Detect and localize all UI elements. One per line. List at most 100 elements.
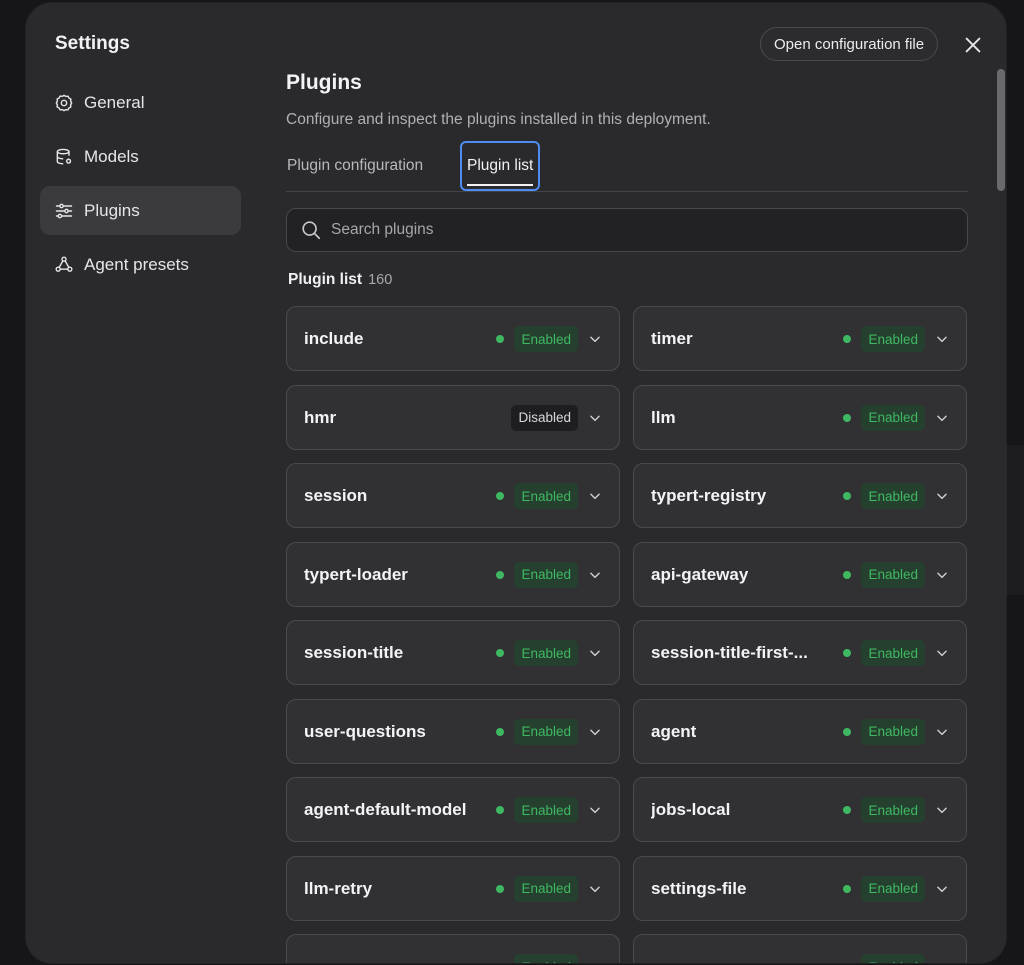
status-badge: Enabled — [514, 797, 578, 823]
chevron-down-icon[interactable] — [588, 411, 602, 425]
plugin-card[interactable]: settings-file Enabled — [633, 855, 967, 921]
plugin-name: agent-default-model — [304, 800, 467, 819]
settings-sidebar: General Models Plugins Agent presets — [40, 78, 241, 294]
settings-dialog: Settings General Models Plugins Agent pr… — [26, 3, 1006, 963]
plugin-card[interactable]: user-questions Enabled — [286, 698, 620, 764]
status-dot — [496, 492, 504, 500]
list-title: Plugin list — [288, 271, 363, 288]
backdrop — [1006, 445, 1024, 595]
plugin-card[interactable]: llm-retry Enabled — [286, 855, 620, 921]
status-dot — [496, 727, 504, 736]
dialog-title: Settings — [55, 33, 130, 54]
plugin-name: settings-file — [651, 878, 747, 898]
plugin-name: session-title — [304, 643, 404, 662]
chevron-down-icon[interactable] — [935, 568, 949, 582]
list-count: 160 — [368, 272, 393, 288]
plugin-name: hmr — [304, 407, 337, 427]
plugin-name: api-gateway — [651, 564, 749, 584]
status-badge: Enabled — [861, 640, 925, 666]
status-dot — [843, 335, 851, 343]
chevron-down-icon[interactable] — [588, 568, 602, 582]
plugin-card[interactable]: session-title Enabled — [286, 620, 620, 685]
plugin-name: include — [304, 329, 364, 348]
status-dot — [843, 727, 851, 736]
plugin-card[interactable]: typert-registry Enabled — [633, 463, 967, 528]
sidebar-item-label: Agent presets — [84, 254, 189, 274]
status-badge: Enabled — [514, 483, 578, 509]
plugin-card[interactable]: hmr Disabled — [286, 384, 620, 450]
status-dot — [496, 570, 504, 579]
chevron-down-icon[interactable] — [588, 882, 602, 896]
plugin-card[interactable]: typert-loader Enabled — [286, 541, 620, 607]
sidebar-item-models[interactable]: Models — [40, 132, 241, 181]
status-dot — [843, 570, 851, 579]
plugin-card[interactable]: agent Enabled — [633, 698, 967, 764]
tab-label: Plugin list — [467, 157, 534, 174]
plugin-name: llm-retry — [304, 878, 373, 898]
sidebar-item-plugins[interactable]: Plugins — [40, 186, 241, 235]
chevron-down-icon[interactable] — [588, 960, 602, 963]
chevron-down-icon[interactable] — [935, 725, 949, 739]
page-description: Configure and inspect the plugins instal… — [286, 111, 711, 128]
scrollbar-thumb[interactable] — [997, 69, 1005, 191]
status-badge: Enabled — [861, 718, 925, 745]
chevron-down-icon[interactable] — [588, 646, 602, 660]
plugin-name: jobs-local — [651, 800, 731, 819]
plugin-card[interactable]: llm Enabled — [633, 384, 967, 450]
plugin-name: typert-registry — [651, 486, 767, 505]
agent-icon — [55, 255, 73, 272]
active-tab-indicator — [467, 184, 534, 186]
plugin-card[interactable]: include Enabled — [286, 306, 620, 371]
status-dot — [843, 884, 851, 893]
status-badge: Enabled — [861, 954, 925, 963]
plugin-name: llm — [651, 407, 676, 427]
plugin-card[interactable]: session-title-first-... Enabled — [633, 620, 967, 685]
sidebar-item-label: Plugins — [84, 200, 140, 220]
plugin-name: timer — [651, 329, 693, 348]
chevron-down-icon[interactable] — [935, 411, 949, 425]
chevron-down-icon[interactable] — [935, 803, 949, 817]
plugin-name: session — [304, 486, 368, 505]
chevron-down-icon[interactable] — [588, 725, 602, 739]
chevron-down-icon[interactable] — [588, 489, 602, 503]
status-badge: Enabled — [514, 875, 578, 902]
tab-bar: Plugin configuration Plugin list — [286, 141, 968, 192]
chevron-down-icon[interactable] — [588, 332, 602, 346]
plugin-card[interactable]: jobs-local Enabled — [633, 777, 967, 842]
sidebar-item-general[interactable]: General — [40, 78, 241, 127]
status-dot — [843, 649, 851, 657]
plugin-card[interactable]: Enabled — [286, 934, 620, 963]
status-badge: Enabled — [861, 483, 925, 509]
status-dot — [843, 413, 851, 422]
gear-icon — [55, 94, 73, 111]
plugin-name: typert-loader — [304, 564, 408, 584]
chevron-down-icon[interactable] — [935, 489, 949, 503]
plugin-card[interactable]: session Enabled — [286, 463, 620, 528]
chevron-down-icon[interactable] — [935, 882, 949, 896]
chevron-down-icon[interactable] — [935, 332, 949, 346]
chevron-down-icon[interactable] — [588, 803, 602, 817]
tab-plugin-configuration[interactable]: Plugin configuration — [287, 142, 423, 190]
chevron-down-icon[interactable] — [935, 646, 949, 660]
status-badge: Enabled — [514, 718, 578, 745]
plugin-card[interactable]: Enabled — [633, 934, 967, 963]
status-dot — [496, 806, 504, 814]
status-badge: Enabled — [861, 326, 925, 352]
sidebar-item-label: Models — [84, 146, 139, 166]
search-input[interactable] — [322, 208, 967, 252]
status-dot — [496, 884, 504, 893]
tab-plugin-list[interactable]: Plugin list — [460, 141, 541, 191]
plugin-card[interactable]: agent-default-model Enabled — [286, 777, 620, 842]
status-badge: Enabled — [514, 954, 578, 963]
sliders-icon — [55, 203, 73, 218]
status-badge: Enabled — [861, 797, 925, 823]
plugin-card[interactable]: timer Enabled — [633, 306, 967, 371]
database-icon — [56, 148, 72, 164]
chevron-down-icon[interactable] — [935, 960, 949, 963]
status-badge: Enabled — [514, 561, 578, 588]
status-dot — [843, 492, 851, 500]
plugin-card[interactable]: api-gateway Enabled — [633, 541, 967, 607]
sidebar-item-agent-presets[interactable]: Agent presets — [40, 240, 241, 289]
status-dot — [496, 649, 504, 657]
plugin-name: agent — [651, 721, 697, 741]
